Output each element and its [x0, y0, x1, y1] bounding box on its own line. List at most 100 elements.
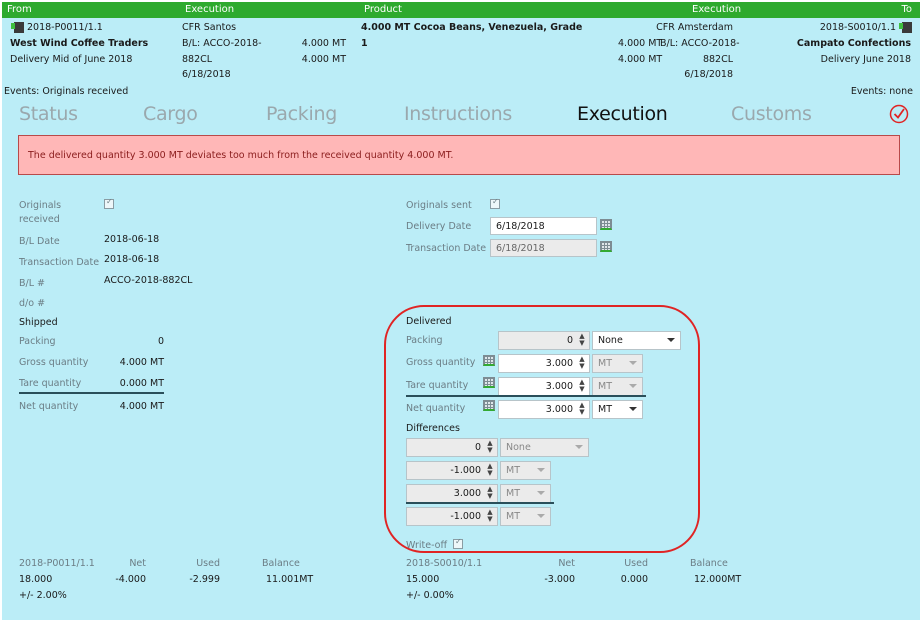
diff-sum-divider — [406, 502, 554, 504]
spinner-arrows-icon[interactable]: ▲ ▼ — [578, 379, 586, 393]
shipped-tare-label: Tare quantity — [19, 378, 82, 389]
delivered-tare-unit-select[interactable]: MT — [592, 377, 643, 396]
product-line-1: 4.000 MT Cocoa Beans, Venezuela, Grade — [361, 22, 583, 33]
originals-sent-label: Originals sent — [406, 200, 472, 211]
tab-cargo[interactable]: Cargo — [143, 103, 198, 125]
col-to: To — [901, 4, 912, 15]
delivery-date-label: Delivery Date — [406, 221, 472, 232]
bl-number-value: ACCO-2018-882CL — [104, 275, 193, 286]
col-product: Product — [364, 4, 402, 15]
tab-execution[interactable]: Execution — [577, 103, 668, 125]
bl-date-label: B/L Date — [19, 236, 60, 247]
exec-left-bl-2: 882CL — [182, 54, 213, 65]
delivery-date-input[interactable]: 6/18/2018 — [490, 217, 597, 235]
diff-gross-stepper[interactable]: -1.000 ▲ ▼ — [406, 461, 498, 480]
originals-received-checkbox[interactable] — [104, 197, 114, 209]
delivered-packing-unit-value: None — [598, 335, 623, 346]
tab-customs[interactable]: Customs — [731, 103, 812, 125]
differences-heading: Differences — [406, 423, 460, 434]
shipped-tare-value: 0.000 MT — [119, 378, 164, 389]
delivery-date-calendar-icon[interactable] — [600, 219, 612, 230]
right-transaction-date-input[interactable]: 6/18/2018 — [490, 239, 597, 257]
delivered-heading: Delivered — [406, 316, 452, 327]
sales-contract-icon[interactable] — [899, 22, 912, 33]
shipped-packing-label: Packing — [19, 336, 56, 347]
check-circle-icon[interactable] — [889, 104, 909, 124]
alert-message: The delivered quantity 3.000 MT deviates… — [28, 150, 454, 161]
diff-tare-value: 3.000 — [453, 488, 481, 499]
delivered-net-stepper[interactable]: 3.000 ▲ ▼ — [498, 400, 590, 419]
tare-calculator-icon[interactable] — [483, 377, 495, 388]
summary-left-total: 18.000 — [19, 574, 53, 585]
tab-packing[interactable]: Packing — [266, 103, 337, 125]
originals-received-label-1: Originals — [19, 200, 62, 211]
summary-right-balance: 12.000MT — [694, 574, 742, 585]
diff-packing-stepper[interactable]: 0 ▲ ▼ — [406, 438, 498, 457]
originals-received-label-2: received — [19, 214, 60, 225]
delivered-packing-label: Packing — [406, 335, 443, 346]
spinner-arrows-icon[interactable]: ▲ ▼ — [486, 509, 494, 523]
from-events: Events: Originals received — [4, 86, 129, 97]
summary-right-used-label: Used — [624, 558, 648, 569]
exec-left-qty2: 4.000 MT — [301, 54, 346, 65]
exec-right-bl-1: B/L: ACCO-2018- — [660, 38, 740, 49]
diff-net-unit-value: MT — [506, 511, 520, 522]
originals-sent-checkbox[interactable] — [490, 197, 500, 209]
from-contract[interactable]: 2018-P0011/1.1 — [27, 22, 103, 33]
summary-left-balance-label: Balance — [262, 558, 300, 569]
net-calculator-icon[interactable] — [483, 400, 495, 411]
summary-left-tolerance: +/- 2.00% — [19, 590, 67, 601]
delivered-net-unit-select[interactable]: MT — [592, 400, 643, 419]
delivered-tare-stepper[interactable]: 3.000 ▲ ▼ — [498, 377, 590, 396]
exec-left-bl-1: B/L: ACCO-2018- — [182, 38, 262, 49]
summary-right-used: 0.000 — [620, 574, 648, 585]
writeoff-checkbox[interactable] — [453, 537, 463, 549]
chevron-down-icon — [575, 445, 583, 449]
do-number-label: d/o # — [19, 298, 46, 309]
delivered-tare-value: 3.000 — [545, 381, 573, 392]
transaction-date-calendar-icon[interactable] — [600, 241, 612, 252]
from-party: West Wind Coffee Traders — [10, 38, 149, 49]
right-transaction-date-label: Transaction Date — [406, 243, 487, 254]
delivered-gross-label: Gross quantity — [406, 357, 476, 368]
diff-net-unit-select[interactable]: MT — [500, 507, 551, 526]
exec-left-date: 6/18/2018 — [182, 69, 231, 80]
spinner-arrows-icon[interactable]: ▲ ▼ — [578, 402, 586, 416]
diff-gross-unit-select[interactable]: MT — [500, 461, 551, 480]
delivered-sum-divider — [406, 395, 646, 397]
gross-calculator-icon[interactable] — [483, 355, 495, 366]
spinner-arrows-icon[interactable]: ▲ ▼ — [578, 356, 586, 370]
purchase-contract-icon[interactable] — [11, 22, 24, 33]
diff-net-stepper[interactable]: -1.000 ▲ ▼ — [406, 507, 498, 526]
delivered-gross-unit-value: MT — [598, 358, 612, 369]
spinner-arrows-icon[interactable]: ▲ ▼ — [578, 333, 586, 347]
summary-right-balance-label: Balance — [690, 558, 728, 569]
spinner-arrows-icon[interactable]: ▲ ▼ — [486, 440, 494, 454]
spinner-arrows-icon[interactable]: ▲ ▼ — [486, 463, 494, 477]
tab-instructions[interactable]: Instructions — [404, 103, 512, 125]
shipped-packing-value: 0 — [157, 336, 164, 347]
summary-right-net: -3.000 — [544, 574, 575, 585]
shipped-net-value: 4.000 MT — [119, 401, 164, 412]
spinner-arrows-icon[interactable]: ▲ ▼ — [486, 486, 494, 500]
summary-left-used-label: Used — [196, 558, 220, 569]
diff-tare-stepper[interactable]: 3.000 ▲ ▼ — [406, 484, 498, 503]
chevron-down-icon — [629, 361, 637, 365]
tab-status[interactable]: Status — [19, 103, 78, 125]
delivered-gross-unit-select[interactable]: MT — [592, 354, 643, 373]
exec-right-qty1: 4.000 MT — [618, 38, 663, 49]
delivered-gross-stepper[interactable]: 3.000 ▲ ▼ — [498, 354, 590, 373]
from-delivery: Delivery Mid of June 2018 — [10, 54, 133, 65]
delivered-tare-label: Tare quantity — [406, 380, 469, 391]
col-execution-left: Execution — [185, 4, 235, 15]
delivered-net-unit-value: MT — [598, 404, 612, 415]
diff-tare-unit-select[interactable]: MT — [500, 484, 551, 503]
shipped-net-label: Net quantity — [19, 401, 79, 412]
diff-packing-unit-select[interactable]: None — [500, 438, 589, 457]
shipped-gross-value: 4.000 MT — [119, 357, 164, 368]
diff-packing-unit-value: None — [506, 442, 531, 453]
to-contract[interactable]: 2018-S0010/1.1 — [780, 22, 896, 33]
delivered-packing-stepper[interactable]: 0 ▲ ▼ — [498, 331, 590, 350]
delivered-packing-unit-select[interactable]: None — [592, 331, 681, 350]
transaction-date-label: Transaction Date — [19, 257, 100, 268]
